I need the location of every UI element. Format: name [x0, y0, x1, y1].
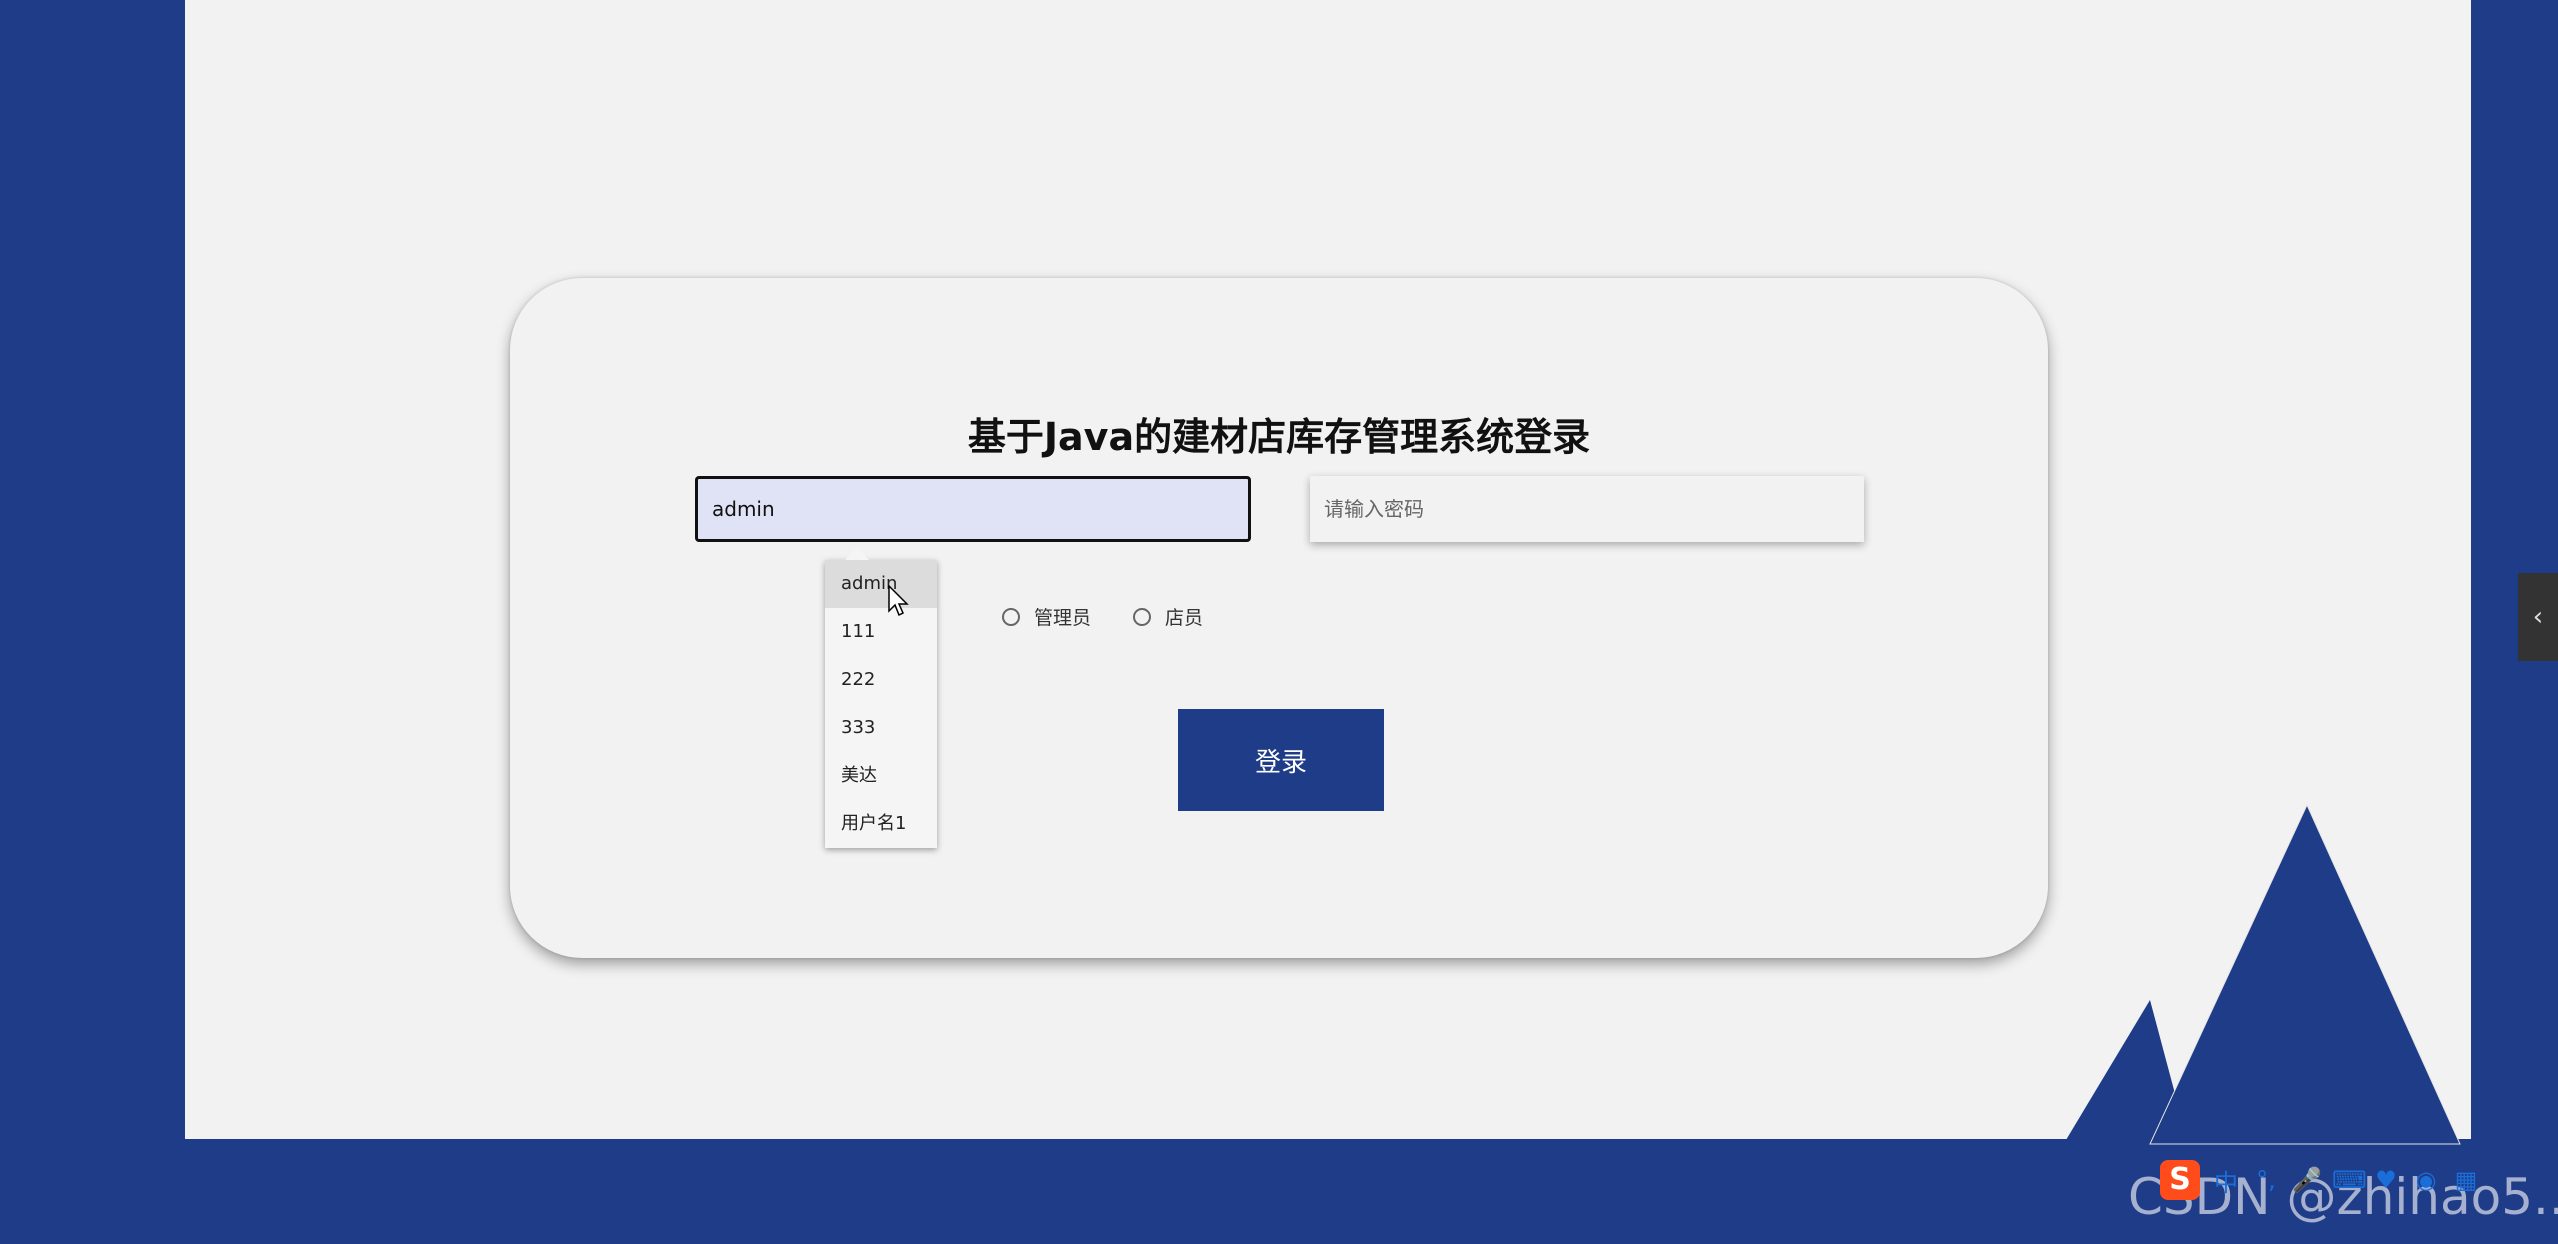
toolbox-icon[interactable]: ▦	[2452, 1166, 2480, 1194]
username-autocomplete-list: admin 111 222 333 美达 用户名1	[825, 548, 937, 848]
role-radio-group: 管理员 店员	[1002, 603, 1203, 630]
radio-clerk[interactable]	[1133, 607, 1152, 626]
autocomplete-option[interactable]: 222	[825, 656, 937, 704]
side-collapse-tab[interactable]: ‹	[2518, 573, 2558, 661]
mouse-cursor-icon	[888, 585, 909, 617]
role-label: 店员	[1165, 607, 1204, 629]
ime-toolbar: S 中 °, 🎤 ⌨ ♥ ◉ ▦	[2160, 1160, 2558, 1244]
microphone-icon[interactable]: 🎤	[2292, 1166, 2322, 1194]
keyboard-icon[interactable]: ⌨	[2332, 1166, 2367, 1194]
role-label: 管理员	[1034, 607, 1092, 629]
ime-language-indicator[interactable]: 中	[2212, 1163, 2240, 1198]
password-input[interactable]	[1310, 476, 1864, 542]
autocomplete-option[interactable]: 美达	[825, 752, 937, 800]
autocomplete-option[interactable]: admin	[825, 560, 937, 608]
autocomplete-option[interactable]: 111	[825, 608, 937, 656]
sogou-logo-icon[interactable]: S	[2160, 1160, 2200, 1200]
username-input[interactable]	[695, 476, 1251, 542]
punctuation-icon[interactable]: °,	[2252, 1166, 2280, 1194]
page-title: 基于Java的建材店库存管理系统登录	[967, 415, 1591, 459]
role-option-clerk[interactable]: 店员	[1133, 603, 1203, 630]
autocomplete-option[interactable]: 用户名1	[825, 800, 937, 848]
radio-admin[interactable]	[1002, 607, 1020, 626]
game-icon[interactable]: ◉	[2412, 1166, 2440, 1194]
login-card: 基于Java的建材店库存管理系统登录 admin 111 222 333 美达 …	[510, 278, 2048, 958]
login-button[interactable]: 登录	[1178, 709, 1384, 811]
role-option-admin[interactable]: 管理员	[1002, 603, 1091, 630]
autocomplete-option[interactable]: 333	[825, 704, 937, 752]
chevron-left-icon: ‹	[2532, 602, 2544, 632]
skin-icon[interactable]: ♥	[2372, 1166, 2400, 1194]
